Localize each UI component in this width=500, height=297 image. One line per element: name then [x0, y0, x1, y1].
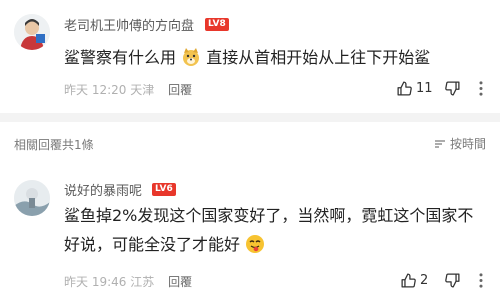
avatar[interactable]	[14, 14, 50, 50]
sort-label: 按時間	[449, 137, 486, 151]
comment-text-line1: 鲨鱼掉2%发现这个国家变好了，当然啊，霓虹这个国家不	[64, 206, 474, 225]
comment-1: 老司机王帅傅的方向盘 LV8 鲨警察有什么用 直接从首相开始从上往下开始鲨 昨天…	[0, 0, 500, 113]
dislike-button[interactable]	[444, 80, 461, 97]
thumbs-down-icon	[445, 273, 460, 288]
level-badge: LV8	[205, 18, 229, 31]
sort-icon	[434, 139, 445, 148]
sort-toggle[interactable]: 按時間	[434, 135, 486, 152]
comment-2: 说好的暴雨呢 LV6 鲨鱼掉2%发现这个国家变好了，当然啊，霓虹这个国家不 好说…	[0, 162, 500, 297]
thumbs-up-icon	[401, 273, 416, 288]
replies-header: 相關回覆共1條 按時間	[0, 122, 500, 162]
comment-meta: 昨天 12:20 天津 回覆	[64, 81, 192, 98]
like-count: 2	[420, 273, 429, 288]
like-count: 11	[416, 81, 433, 96]
comment-text-part1: 鲨警察有什么用	[64, 48, 177, 67]
comment-location: 江苏	[130, 275, 155, 289]
like-button[interactable]: 11	[396, 80, 433, 97]
comment-time: 昨天 19:46	[64, 275, 127, 289]
comment-location: 天津	[130, 83, 155, 97]
section-divider	[0, 113, 500, 122]
comment-text-line2-content: 好说，可能全没了才能好	[64, 235, 241, 254]
comment-text-part2: 直接从首相开始从上往下开始鲨	[206, 48, 431, 67]
reply-button[interactable]: 回覆	[168, 83, 192, 97]
author-name[interactable]: 老司机王帅傅的方向盘	[64, 15, 194, 34]
more-vertical-icon	[479, 273, 483, 288]
doge-emoji-icon	[181, 47, 201, 75]
tongue-face-emoji-icon	[245, 234, 265, 262]
thumbs-down-icon	[445, 81, 460, 96]
replies-count-label: 相關回覆共1條	[14, 138, 94, 152]
more-button[interactable]	[478, 272, 484, 289]
comment-time: 昨天 12:20	[64, 83, 127, 97]
level-badge: LV6	[152, 183, 176, 196]
more-button[interactable]	[478, 80, 484, 97]
avatar[interactable]	[14, 180, 50, 216]
like-button[interactable]: 2	[400, 272, 428, 289]
reply-button[interactable]: 回覆	[168, 275, 192, 289]
comment-text-line2: 好说，可能全没了才能好	[64, 231, 265, 262]
dislike-button[interactable]	[444, 272, 461, 289]
comment-text: 鲨警察有什么用 直接从首相开始从上往下开始鲨	[64, 44, 430, 75]
more-vertical-icon	[479, 81, 483, 96]
author-name[interactable]: 说好的暴雨呢	[64, 180, 142, 199]
comment-meta: 昨天 19:46 江苏 回覆	[64, 273, 192, 290]
thumbs-up-icon	[397, 81, 412, 96]
